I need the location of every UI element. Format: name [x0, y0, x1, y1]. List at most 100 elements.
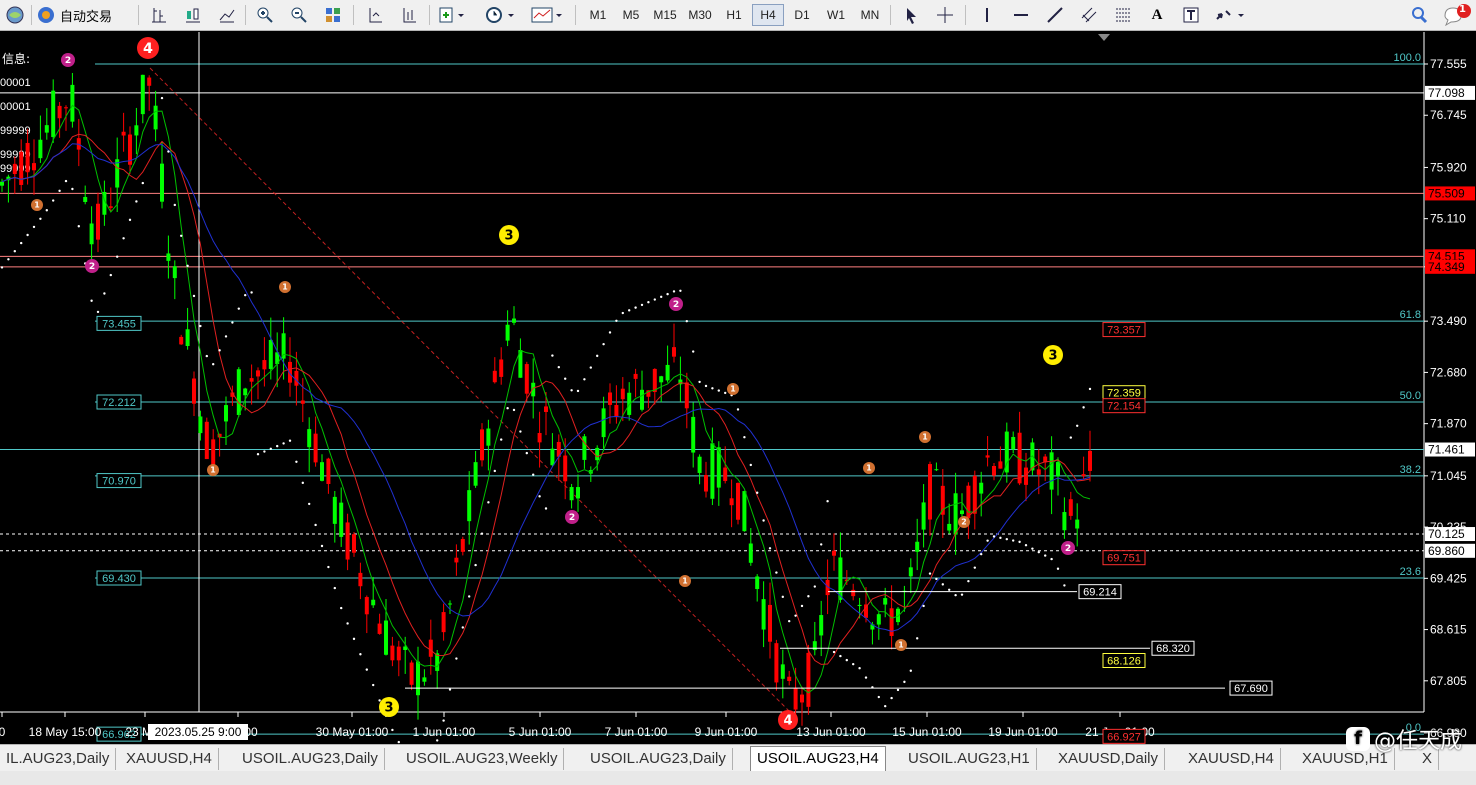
price-annotation-label: 72.359: [1107, 388, 1141, 400]
sar-dot: [199, 324, 202, 328]
chart-tab[interactable]: USOIL.AUG23,Weekly: [400, 748, 565, 770]
templates-icon[interactable]: [528, 4, 566, 26]
candle-body: [633, 373, 638, 379]
timeframe-m5-button[interactable]: M5: [615, 4, 647, 26]
wave-marker-label: 3: [1048, 349, 1057, 364]
chart-tab[interactable]: XAUUSD,H4: [1182, 748, 1281, 770]
sar-dot: [666, 292, 669, 296]
globe-icon[interactable]: [2, 4, 28, 26]
sar-dot: [52, 199, 55, 202]
sar-dot: [186, 264, 189, 268]
equidistant-channel-icon[interactable]: [1076, 4, 1102, 26]
candle-body: [729, 498, 734, 506]
fibonacci-icon[interactable]: [1110, 4, 1136, 26]
candle-body: [812, 641, 817, 651]
timeframe-mn-button[interactable]: MN: [854, 4, 886, 26]
sar-dot: [621, 311, 624, 315]
sar-dot: [45, 209, 48, 212]
timeframe-h1-button[interactable]: H1: [718, 4, 750, 26]
candle-body: [441, 612, 446, 633]
auto-trading-button[interactable]: 自动交易: [36, 4, 131, 26]
chart-tab[interactable]: USOIL.AUG23,Daily: [236, 748, 385, 770]
text-icon[interactable]: A: [1144, 4, 1170, 26]
price-annotation-label: 69.214: [1083, 587, 1117, 599]
chart-tab[interactable]: XAUUSD,Daily: [1052, 748, 1166, 770]
chart-shift-icon[interactable]: [362, 4, 388, 26]
candle-body: [691, 416, 696, 453]
cursor-icon[interactable]: [898, 4, 924, 26]
line-chart-icon[interactable]: [214, 4, 240, 26]
sar-dot: [96, 310, 100, 314]
chart-shift-marker: [1098, 34, 1110, 41]
horizontal-line-icon[interactable]: [1008, 4, 1034, 26]
notifications-icon[interactable]: 1: [1440, 4, 1474, 26]
sar-dot: [640, 303, 644, 307]
zoom-in-icon[interactable]: [252, 4, 278, 26]
time-tick-label: 15 Jun 01:00: [892, 725, 962, 739]
sar-dot: [192, 294, 196, 298]
chart-tab[interactable]: USOIL.AUG23,H4: [750, 746, 886, 771]
price-annotation-label: 73.357: [1107, 325, 1141, 337]
price-chart[interactable]: 77.555 76.745 75.920 75.110 74.349 73.490 72.6…: [0, 32, 1476, 744]
candle-body: [947, 523, 952, 531]
timeframe-m15-button[interactable]: M15: [649, 4, 681, 26]
crosshair-icon[interactable]: [932, 4, 958, 26]
candle-body: [665, 364, 670, 381]
candle-body: [147, 77, 152, 86]
text-label-icon[interactable]: [1178, 4, 1204, 26]
sar-dot: [615, 319, 618, 322]
candle-body: [422, 677, 427, 682]
candle-body: [358, 572, 363, 587]
price-marker-label: 77.098: [1428, 86, 1465, 100]
sar-dot: [461, 626, 464, 629]
search-icon[interactable]: [1406, 4, 1432, 26]
candle-body: [352, 534, 356, 553]
candle-body: [787, 676, 792, 681]
sar-dot: [135, 200, 138, 203]
sar-dot: [711, 387, 714, 390]
sar-dot: [864, 676, 868, 679]
trendline-icon[interactable]: [1042, 4, 1068, 26]
vertical-line-icon[interactable]: [974, 4, 1000, 26]
sar-dot: [564, 377, 567, 380]
timeframe-d1-button[interactable]: D1: [786, 4, 818, 26]
candle-body: [953, 493, 958, 535]
candle-body: [601, 408, 606, 438]
chart-tab[interactable]: USOIL.AUG23,H1: [902, 748, 1037, 770]
sar-dot: [359, 653, 362, 656]
arrows-shapes-icon[interactable]: [1212, 4, 1248, 26]
sar-dot: [980, 552, 983, 556]
candle-body: [684, 382, 689, 409]
sar-dot: [372, 683, 375, 687]
periods-clock-icon[interactable]: [482, 4, 518, 26]
status-bar: [0, 771, 1476, 785]
sar-dot: [468, 595, 471, 598]
candle-body: [51, 90, 56, 138]
candle-body: [236, 369, 241, 415]
new-indicator-button[interactable]: [436, 4, 468, 26]
timeframe-w1-button[interactable]: W1: [820, 4, 852, 26]
timeframe-m1-button[interactable]: M1: [582, 4, 614, 26]
candle-chart-icon[interactable]: [180, 4, 206, 26]
timeframe-h4-button[interactable]: H4: [752, 4, 784, 26]
sar-dot: [948, 588, 951, 591]
sar-dot: [378, 699, 381, 702]
candle-body: [339, 502, 344, 537]
weibo-logo-icon: f: [1345, 727, 1370, 751]
chart-tab[interactable]: USOIL.AUG23,Daily: [584, 748, 733, 770]
timeframe-m30-button[interactable]: M30: [684, 4, 716, 26]
autoscroll-icon[interactable]: [396, 4, 422, 26]
bar-chart-icon[interactable]: [146, 4, 172, 26]
sar-dot: [954, 593, 957, 597]
info-label: 信息:: [2, 51, 30, 66]
tile-windows-icon[interactable]: [320, 4, 346, 26]
price-annotation-label: 72.154: [1107, 401, 1141, 413]
sar-dot: [832, 650, 836, 654]
sar-dot: [250, 291, 253, 294]
chart-tab[interactable]: IL.AUG23,Daily: [0, 748, 117, 770]
candle-body: [249, 378, 254, 382]
sar-dot: [244, 293, 247, 297]
sar-dot: [653, 298, 656, 301]
zoom-out-icon[interactable]: [286, 4, 312, 26]
chart-tab[interactable]: XAUUSD,H4: [120, 748, 219, 770]
